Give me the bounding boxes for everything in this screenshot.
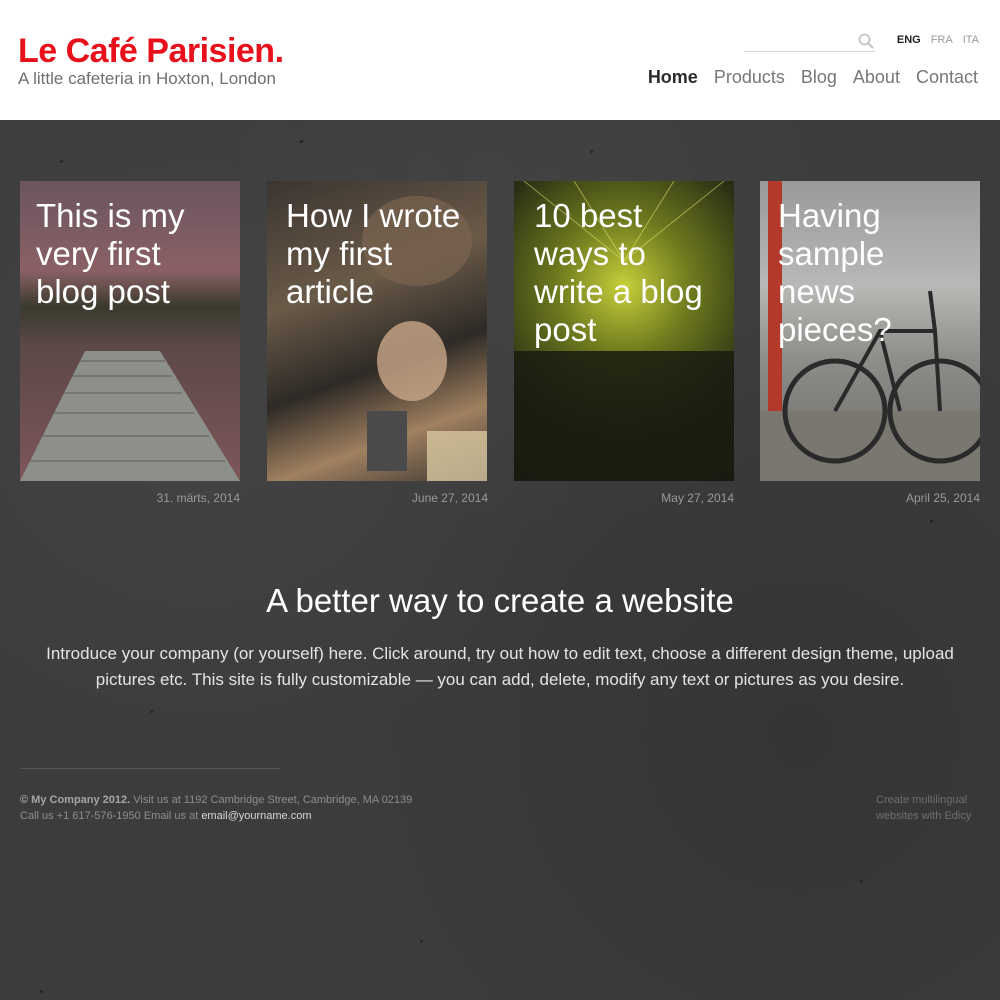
footer-credit[interactable]: Create multilingual websites with Edicy bbox=[876, 792, 986, 824]
nav-item-about[interactable]: About bbox=[853, 67, 900, 88]
texture-speck bbox=[60, 160, 63, 163]
blog-card-title[interactable]: How I wrote my first article bbox=[286, 197, 477, 311]
lang-fra[interactable]: FRA bbox=[931, 34, 953, 46]
nav-item-home[interactable]: Home bbox=[648, 67, 698, 88]
footer-credit-line-1[interactable]: Create multilingual bbox=[876, 792, 986, 808]
nav-item-blog[interactable]: Blog bbox=[801, 67, 837, 88]
texture-speck bbox=[420, 940, 423, 943]
blog-card-3[interactable]: 10 best ways to write a blog post bbox=[514, 181, 734, 481]
footer-address-line: © My Company 2012. Visit us at 1192 Camb… bbox=[20, 792, 412, 808]
footer-divider bbox=[20, 768, 280, 769]
texture-speck bbox=[300, 140, 303, 143]
lang-eng[interactable]: ENG bbox=[897, 34, 921, 46]
footer-address: Visit us at 1192 Cambridge Street, Cambr… bbox=[130, 794, 413, 806]
texture-speck bbox=[150, 710, 153, 713]
main-nav: Home Products Blog About Contact bbox=[648, 67, 978, 88]
texture-speck bbox=[40, 990, 43, 993]
blog-card-title[interactable]: This is my very first blog post bbox=[36, 197, 230, 311]
texture-speck bbox=[860, 880, 863, 883]
intro-heading: A better way to create a website bbox=[266, 582, 734, 619]
site-subtitle: A little cafeteria in Hoxton, London bbox=[18, 69, 276, 88]
blog-card-1[interactable]: This is my very first blog post bbox=[20, 181, 240, 481]
blog-card-title[interactable]: Having sample news pieces? bbox=[778, 197, 970, 349]
intro-text: Introduce your company (or yourself) her… bbox=[46, 644, 954, 689]
footer-phone-line: Call us +1 617-576-1950 Email us at emai… bbox=[20, 808, 412, 824]
blog-card-date: 31. märts, 2014 bbox=[156, 491, 240, 505]
blog-card-4[interactable]: Having sample news pieces? bbox=[760, 181, 980, 481]
site-title[interactable]: Le Café Parisien. bbox=[18, 32, 284, 71]
search-icon[interactable] bbox=[857, 32, 875, 50]
main-content: This is my very first blog post How I wr… bbox=[0, 120, 1000, 1000]
site-header: Le Café Parisien. A little cafeteria in … bbox=[0, 0, 1000, 120]
blog-card-2[interactable]: How I wrote my first article bbox=[267, 181, 487, 481]
texture-speck bbox=[590, 150, 593, 153]
dock-image bbox=[20, 351, 240, 481]
blog-card-date: May 27, 2014 bbox=[661, 491, 734, 505]
lang-ita[interactable]: ITA bbox=[963, 34, 979, 46]
language-switcher: ENG FRA ITA bbox=[897, 34, 979, 46]
texture-speck bbox=[930, 520, 933, 523]
footer-copyright: © My Company 2012. bbox=[20, 794, 131, 806]
search-input[interactable] bbox=[744, 30, 854, 50]
search-box bbox=[744, 30, 875, 52]
blog-card-title[interactable]: 10 best ways to write a blog post bbox=[534, 197, 724, 349]
nav-item-contact[interactable]: Contact bbox=[916, 67, 978, 88]
footer-phone: Call us +1 617-576-1950 Email us at bbox=[20, 810, 202, 822]
blog-card-date: April 25, 2014 bbox=[905, 491, 980, 505]
footer-credit-line-2[interactable]: websites with Edicy bbox=[876, 808, 986, 824]
nav-item-products[interactable]: Products bbox=[714, 67, 785, 88]
footer-contact: © My Company 2012. Visit us at 1192 Camb… bbox=[20, 792, 412, 824]
footer-email-link[interactable]: email@yourname.com bbox=[201, 810, 311, 822]
blog-card-date: June 27, 2014 bbox=[411, 491, 488, 505]
